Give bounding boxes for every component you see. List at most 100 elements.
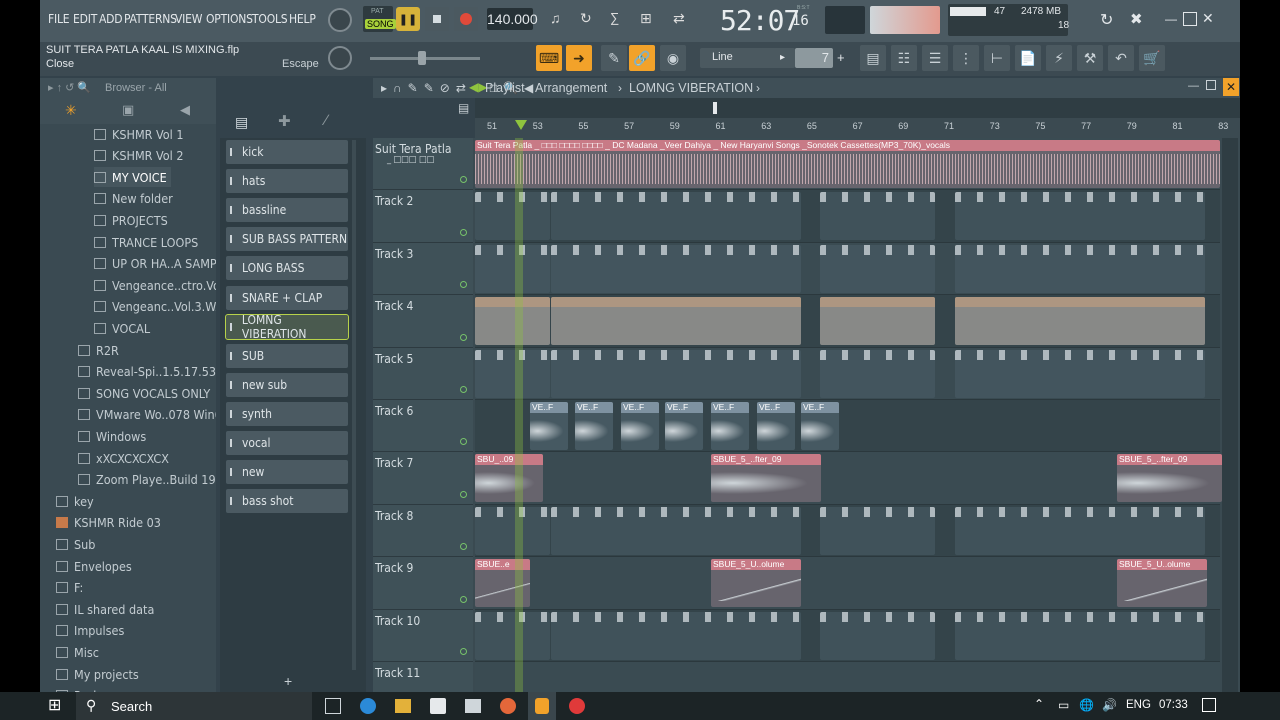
track-header[interactable]: Track 9 — [373, 557, 473, 610]
browser-item[interactable]: Impulses — [56, 621, 124, 641]
track-header[interactable]: Track 3 — [373, 242, 473, 296]
link-button[interactable]: 🔗 — [629, 45, 655, 71]
pattern-clip[interactable] — [475, 192, 550, 241]
track-lane[interactable]: SBU_..09 SBUE_5_..fter_09 SBUE_5_..fter_09 — [475, 452, 1222, 505]
maximize-icon[interactable] — [1183, 12, 1197, 26]
menu-help[interactable]: HELP — [289, 12, 316, 26]
file-icon[interactable]: ▣ — [122, 102, 134, 118]
pattern-item[interactable]: bassline — [226, 198, 348, 223]
undo-button[interactable]: ↶ — [1108, 45, 1134, 71]
track-header[interactable]: Track 11 — [373, 662, 473, 692]
track-lane[interactable]: Suit Tera Patla _ □□□ □□□□ □□□□ _ DC Mad… — [475, 138, 1220, 191]
main-volume-knob[interactable] — [328, 8, 352, 32]
track-mute-led[interactable] — [460, 490, 467, 498]
task-view-icon[interactable] — [325, 698, 341, 714]
audio-clip[interactable]: SBUE_5_U..olume — [1117, 559, 1207, 608]
plugin-db-button[interactable]: ⚡ — [1046, 45, 1072, 71]
fl-studio-taskbar-button[interactable] — [528, 692, 556, 720]
track-lane[interactable] — [475, 242, 1220, 296]
track-mute-led[interactable] — [460, 228, 467, 236]
language-indicator[interactable]: ENG — [1126, 699, 1151, 711]
browser-item[interactable]: Reveal-Spi..1.5.17.5324 — [78, 362, 216, 382]
tools-button[interactable]: ⚒ — [1077, 45, 1103, 71]
tray-chevron-up-icon[interactable]: ⌃ — [1034, 697, 1044, 711]
pattern-item[interactable]: LONG BASS — [226, 256, 348, 281]
track-lane[interactable] — [475, 295, 1220, 348]
taskbar-clock[interactable]: 07:33 — [1159, 699, 1188, 711]
file-explorer-icon[interactable] — [395, 699, 411, 713]
browser-item[interactable]: Zoom Playe..Build 1950 — [78, 470, 216, 490]
edge-icon[interactable] — [360, 698, 376, 714]
browser-item[interactable]: PROJECTS — [94, 210, 168, 230]
browser-item[interactable]: VMware Wo..078 Win64 — [78, 405, 216, 425]
track-mute-led[interactable] — [460, 385, 467, 393]
pattern-clip[interactable] — [955, 506, 1205, 555]
pattern-item[interactable]: SNARE + CLAP — [226, 285, 348, 310]
pattern-clip[interactable] — [820, 192, 935, 241]
browser-item[interactable]: My projects — [56, 664, 139, 684]
track-lane[interactable] — [475, 347, 1220, 400]
piano-roll-button[interactable]: ☷ — [891, 45, 917, 71]
tempo-display[interactable]: 140.000 — [487, 8, 538, 30]
menu-file[interactable]: FILE — [48, 12, 70, 26]
automation-icon[interactable]: ✚ — [278, 112, 291, 130]
browser-item[interactable]: IL shared data — [56, 599, 154, 619]
windows-start-icon[interactable]: ⊞ — [48, 698, 64, 714]
timeline-ruler[interactable]: 51 53 55 57 59 61 63 65 67 69 71 73 75 77 79 81 83 — [475, 118, 1240, 138]
typing-keyboard-button[interactable]: ⌨ — [536, 45, 562, 71]
track-lane[interactable] — [475, 662, 1220, 692]
track-header[interactable]: Track 2 — [373, 190, 473, 243]
blend-icon[interactable]: ⊞ — [640, 10, 660, 30]
browser-item[interactable]: Misc — [56, 642, 99, 662]
browser-item[interactable]: UP OR HA..A SAMPLE — [94, 254, 216, 274]
pattern-clip[interactable] — [475, 349, 550, 398]
firefox-icon[interactable] — [500, 698, 516, 714]
track-lane[interactable]: VE..F VE..F VE..F VE..F VE..F VE..F VE..F — [475, 400, 1220, 453]
pattern-item[interactable]: SUB BASS PATTERN — [226, 227, 348, 252]
browser-item[interactable]: Windows — [78, 426, 146, 446]
track-header[interactable]: Track 5 — [373, 347, 473, 400]
mixer-button[interactable]: ⋮ — [953, 45, 979, 71]
mail-icon[interactable] — [465, 699, 481, 713]
picker-scrollbar[interactable] — [352, 140, 356, 670]
menu-patterns[interactable]: PATTERNS — [124, 12, 177, 26]
close-window-icon[interactable]: ✕ — [1202, 10, 1216, 26]
overview-scrollbar[interactable] — [475, 98, 1240, 118]
browser-item[interactable]: KSHMR Vol 1 — [94, 124, 184, 144]
wait-icon[interactable]: ↻ — [580, 10, 600, 30]
pattern-clip[interactable] — [820, 506, 935, 555]
audio-clip-icon[interactable]: ∕ — [325, 112, 328, 129]
pattern-item[interactable]: hats — [226, 169, 348, 194]
pattern-clip[interactable] — [475, 297, 550, 346]
browser-item[interactable]: key — [56, 491, 94, 511]
track-header[interactable]: Track 10 — [373, 609, 473, 662]
pattern-clip[interactable] — [955, 297, 1205, 346]
browser-item[interactable]: Sub — [56, 534, 95, 554]
record-button[interactable] — [454, 7, 478, 31]
pattern-item[interactable]: SUB — [226, 343, 348, 368]
track-header[interactable]: Track 6 — [373, 400, 473, 453]
notifications-icon[interactable] — [1202, 698, 1216, 712]
audio-clip[interactable]: VE..F — [665, 402, 703, 450]
pattern-clip[interactable] — [820, 349, 935, 398]
metronome-icon[interactable]: ♫ — [550, 10, 570, 30]
pattern-clip[interactable] — [475, 244, 550, 293]
audio-clip[interactable]: VE..F — [711, 402, 749, 450]
browser-item[interactable]: xXCXCXCXCX — [78, 448, 169, 468]
pattern-clip[interactable] — [955, 192, 1205, 241]
browser-item[interactable]: VOCAL — [94, 318, 150, 338]
track-mute-led[interactable] — [460, 281, 467, 289]
playlist-piano-icon[interactable]: ▤ — [458, 101, 469, 115]
stop-button[interactable] — [425, 7, 449, 31]
pattern-item[interactable]: LOMNG VIBERATION — [225, 313, 349, 341]
pattern-clip[interactable] — [955, 244, 1205, 293]
browser-item[interactable]: KSHMR Vol 2 — [94, 146, 184, 166]
pattern-item[interactable]: synth — [226, 401, 348, 426]
pattern-clip[interactable] — [955, 349, 1205, 398]
pattern-clip[interactable] — [551, 506, 801, 555]
pattern-clip[interactable] — [551, 611, 801, 660]
slider-handle[interactable] — [418, 51, 426, 65]
browser-nav-icons[interactable]: ▸ ↑ ↺ 🔍 — [48, 81, 91, 94]
master-pitch-knob[interactable] — [328, 46, 352, 70]
playlist-maximize-icon[interactable] — [1206, 80, 1216, 90]
